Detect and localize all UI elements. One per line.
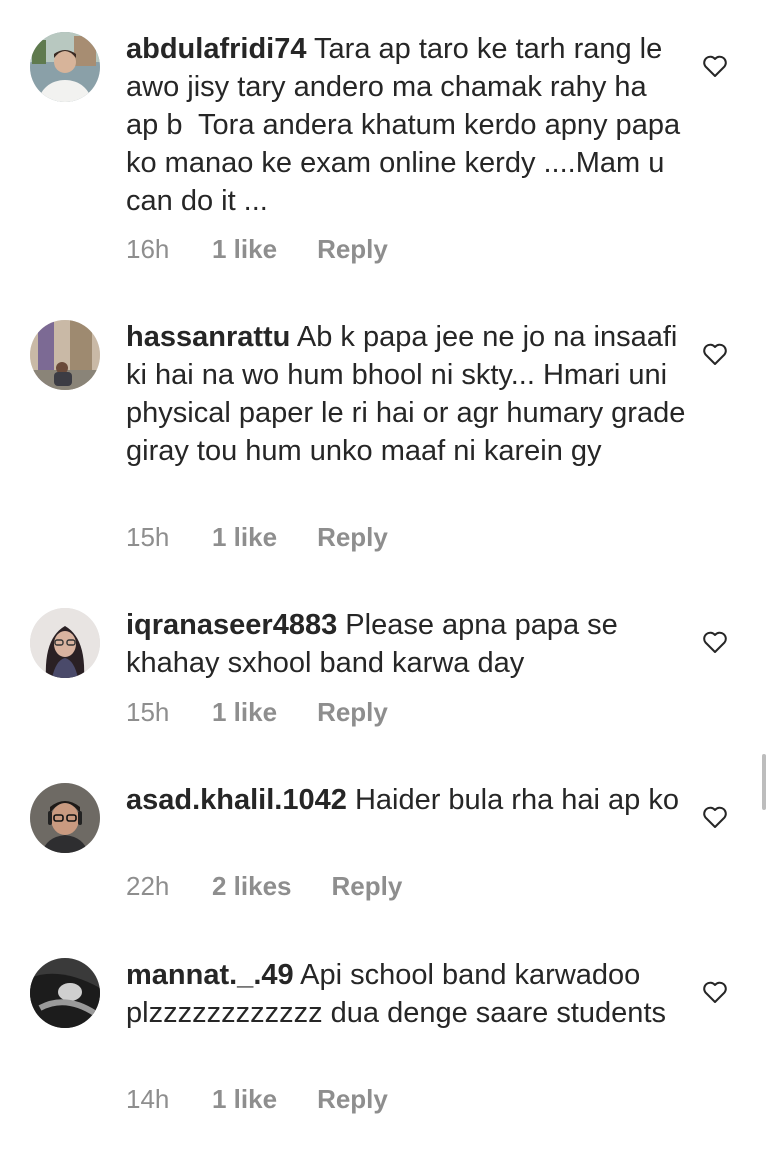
comment-body: hassanrattu Ab k papa jee ne jo na insaa… bbox=[126, 318, 686, 470]
comment-likes[interactable]: 1 like bbox=[212, 697, 277, 727]
avatar-man-outdoor-icon bbox=[30, 32, 100, 102]
like-heart-icon[interactable] bbox=[702, 54, 728, 78]
avatar[interactable] bbox=[30, 32, 100, 102]
comment-time: 22h bbox=[126, 871, 170, 901]
comment-time: 15h bbox=[126, 697, 170, 727]
comment-body: mannat._.49 Api school band karwadoo plz… bbox=[126, 956, 686, 1032]
avatar-man-glasses-icon bbox=[30, 783, 100, 853]
comment-username[interactable]: abdulafridi74 bbox=[126, 33, 307, 65]
comment-username[interactable]: iqranaseer4883 bbox=[126, 609, 337, 641]
comment-meta: 22h 2 likes Reply bbox=[126, 871, 402, 901]
comment-username[interactable]: hassanrattu bbox=[126, 321, 290, 353]
avatar[interactable] bbox=[30, 958, 100, 1028]
avatar[interactable] bbox=[30, 783, 100, 853]
comment-time: 15h bbox=[126, 522, 170, 552]
comment-likes[interactable]: 1 like bbox=[212, 522, 277, 552]
comment-meta: 15h 1 like Reply bbox=[126, 522, 388, 552]
avatar-man-street-icon bbox=[30, 320, 100, 390]
comment-likes[interactable]: 1 like bbox=[212, 234, 277, 264]
comment-meta: 16h 1 like Reply bbox=[126, 234, 388, 264]
like-heart-icon[interactable] bbox=[702, 980, 728, 1004]
comment-likes[interactable]: 2 likes bbox=[212, 871, 292, 901]
comment-body: abdulafridi74 Tara ap taro ke tarh rang … bbox=[126, 30, 686, 220]
comment-time: 16h bbox=[126, 234, 170, 264]
reply-button[interactable]: Reply bbox=[332, 871, 403, 901]
comment-body: asad.khalil.1042 Haider bula rha hai ap … bbox=[126, 781, 686, 819]
reply-button[interactable]: Reply bbox=[317, 234, 388, 264]
reply-button[interactable]: Reply bbox=[317, 522, 388, 552]
comment-likes[interactable]: 1 like bbox=[212, 1084, 277, 1114]
avatar[interactable] bbox=[30, 608, 100, 678]
reply-button[interactable]: Reply bbox=[317, 697, 388, 727]
comment-username[interactable]: asad.khalil.1042 bbox=[126, 784, 347, 816]
comment-username[interactable]: mannat._.49 bbox=[126, 959, 294, 991]
like-heart-icon[interactable] bbox=[702, 805, 728, 829]
avatar[interactable] bbox=[30, 320, 100, 390]
comment-body: iqranaseer4883 Please apna papa se khaha… bbox=[126, 606, 686, 682]
avatar-woman-glasses-icon bbox=[30, 608, 100, 678]
like-heart-icon[interactable] bbox=[702, 630, 728, 654]
comment-text: Haider bula rha hai ap ko bbox=[354, 784, 679, 816]
comment-time: 14h bbox=[126, 1084, 170, 1114]
avatar-bw-photo-icon bbox=[30, 958, 100, 1028]
comment-meta: 15h 1 like Reply bbox=[126, 697, 388, 727]
scrollbar[interactable] bbox=[762, 754, 766, 810]
comment-meta: 14h 1 like Reply bbox=[126, 1084, 388, 1114]
like-heart-icon[interactable] bbox=[702, 342, 728, 366]
reply-button[interactable]: Reply bbox=[317, 1084, 388, 1114]
